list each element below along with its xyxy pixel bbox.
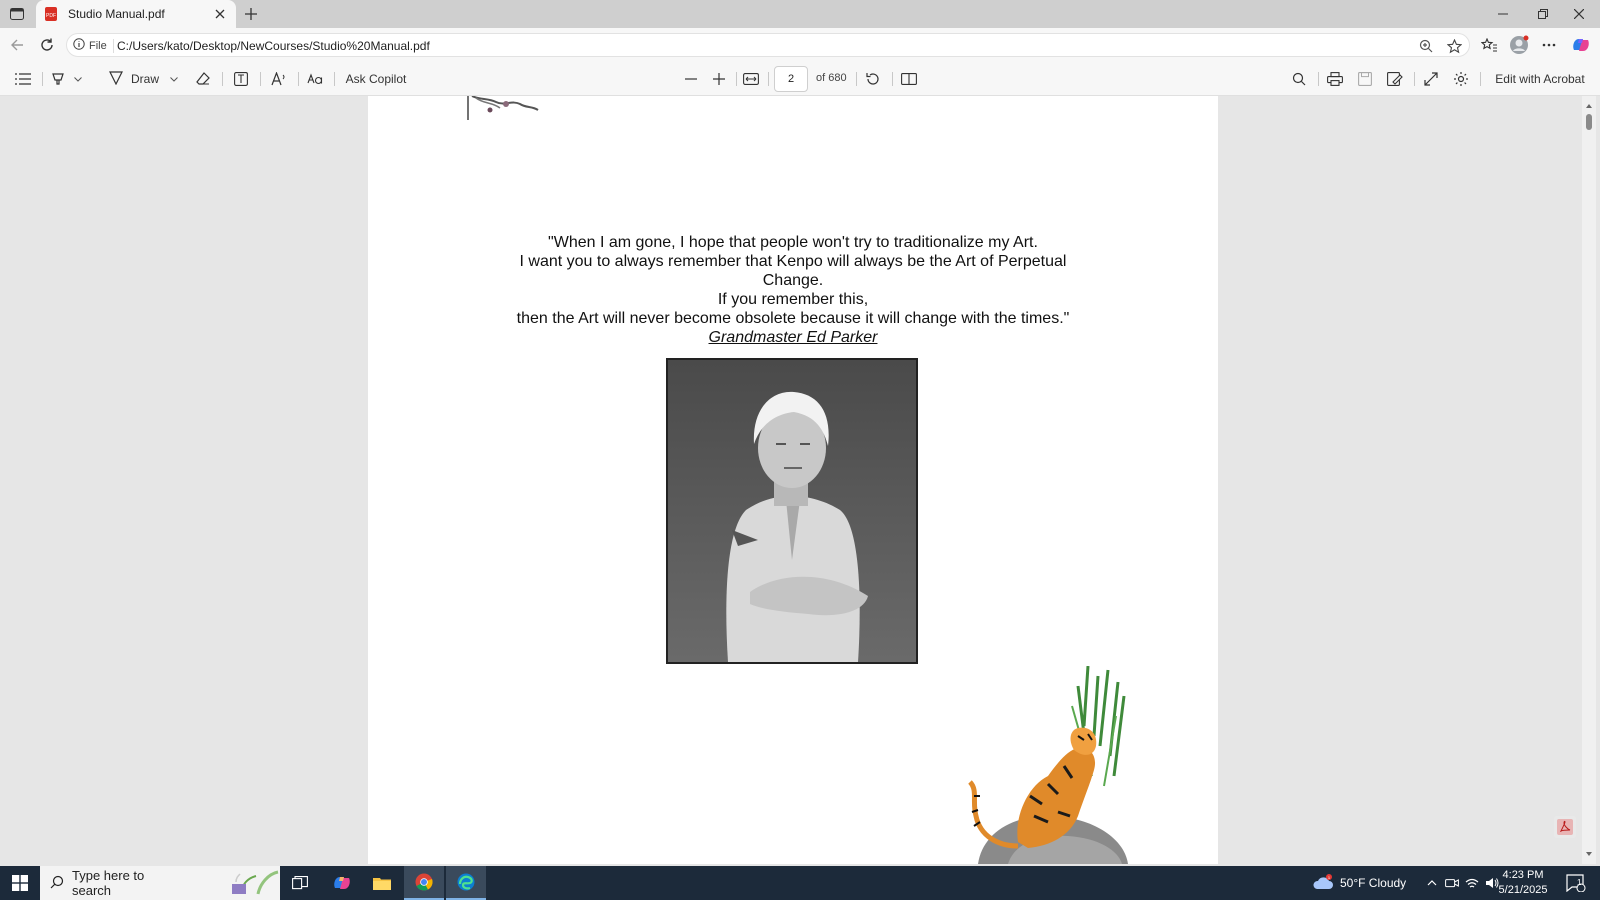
toolbar-divider — [42, 72, 43, 86]
quote-block: "When I am gone, I hope that people won'… — [368, 233, 1218, 347]
new-tab-button[interactable] — [240, 4, 262, 24]
page-number-input[interactable]: 2 — [774, 66, 808, 92]
meet-now-icon[interactable] — [1444, 866, 1460, 900]
document-viewport[interactable]: "When I am gone, I hope that people won'… — [4, 96, 1580, 864]
text-box-icon[interactable] — [230, 68, 252, 90]
tab-bar: PDF Studio Manual.pdf — [0, 0, 1600, 28]
toolbar-divider — [768, 72, 769, 86]
scheme-label: File — [89, 39, 107, 52]
search-icon — [50, 875, 64, 892]
clock-date: 5/21/2025 — [1498, 884, 1548, 896]
refresh-button[interactable] — [36, 34, 58, 56]
weather-text: 50°F Cloudy — [1340, 876, 1407, 890]
site-info-button[interactable]: File — [73, 38, 107, 53]
search-placeholder: Type here to search — [72, 868, 145, 898]
zoom-icon[interactable] — [1417, 37, 1435, 55]
taskbar-search-box[interactable]: Type here to search — [40, 866, 280, 900]
svg-text:PDF: PDF — [46, 13, 56, 19]
toolbar-divider — [1318, 72, 1319, 86]
top-illustration — [466, 96, 540, 120]
quote-author: Grandmaster Ed Parker — [708, 329, 878, 346]
page-total-label: of 680 — [816, 72, 847, 84]
pdf-page: "When I am gone, I hope that people won'… — [368, 96, 1218, 864]
toolbar-divider — [856, 72, 857, 86]
toolbar-divider — [334, 72, 335, 86]
weather-widget[interactable]: 1 50°F Cloudy — [1312, 866, 1406, 900]
quote-line: If you remember this, — [717, 291, 869, 308]
close-window-button[interactable] — [1556, 0, 1600, 28]
read-aloud-icon[interactable] — [268, 68, 290, 90]
back-button[interactable] — [6, 34, 28, 56]
draw-button[interactable]: Draw — [104, 68, 164, 90]
clock[interactable]: 4:23 PM 5/21/2025 — [1492, 868, 1554, 898]
omnibox-divider — [113, 39, 114, 53]
highlight-icon[interactable] — [48, 68, 68, 90]
show-hidden-icons-chevron-icon[interactable] — [1424, 866, 1440, 900]
draw-label: Draw — [130, 72, 159, 86]
toolbar-divider — [260, 72, 261, 86]
draw-pen-icon — [109, 70, 123, 88]
save-icon[interactable] — [1354, 68, 1376, 90]
toolbar-divider — [736, 72, 737, 86]
toolbar-divider — [298, 72, 299, 86]
quote-line: then the Art will never become obsolete … — [516, 310, 1070, 327]
info-icon — [73, 38, 85, 53]
eraser-icon[interactable] — [192, 68, 214, 90]
settings-gear-icon[interactable] — [1450, 68, 1472, 90]
quote-line: "When I am gone, I hope that people won'… — [548, 234, 1038, 251]
file-explorer-icon[interactable] — [362, 866, 402, 900]
close-tab-icon[interactable] — [212, 6, 228, 22]
tiger-illustration — [918, 666, 1128, 864]
vertical-scrollbar[interactable] — [1582, 96, 1596, 864]
weather-cloud-icon: 1 — [1312, 873, 1334, 893]
portrait-photo — [666, 358, 918, 664]
address-bar: File C:/Users/kato/Desktop/NewCourses/St… — [0, 28, 1600, 62]
tab-studio-manual[interactable]: PDF Studio Manual.pdf — [36, 0, 236, 28]
url-field[interactable]: File C:/Users/kato/Desktop/NewCourses/St… — [66, 33, 1470, 57]
profile-avatar[interactable] — [1508, 34, 1530, 56]
search-highlight-icon — [228, 868, 280, 899]
toolbar-divider — [1414, 72, 1415, 86]
taskbar: Type here to search 1 50°F Cloudy 4:23 P… — [0, 866, 1600, 900]
zoom-in-icon[interactable] — [708, 68, 730, 90]
notifications-button[interactable]: 1 — [1562, 866, 1590, 900]
pdf-file-icon: PDF — [44, 7, 58, 21]
favorites-icon[interactable] — [1478, 34, 1500, 56]
contents-icon[interactable] — [12, 68, 34, 90]
toolbar-divider — [222, 72, 223, 86]
highlight-dropdown-chevron-icon[interactable] — [70, 68, 86, 90]
pdf-toolbar: Draw Ask Copilot 2 of 680 Edit with Acro… — [0, 62, 1600, 96]
clock-time: 4:23 PM — [1502, 869, 1544, 881]
copilot-icon[interactable] — [1570, 34, 1592, 56]
network-icon[interactable] — [1464, 866, 1480, 900]
zoom-out-icon[interactable] — [680, 68, 702, 90]
rotate-icon[interactable] — [862, 68, 884, 90]
url-text[interactable]: C:/Users/kato/Desktop/NewCourses/Studio%… — [117, 39, 430, 53]
edge-icon[interactable] — [446, 866, 486, 900]
more-options-icon[interactable] — [1538, 34, 1560, 56]
notification-count: 1 — [1577, 878, 1582, 887]
translate-icon[interactable] — [304, 68, 326, 90]
tab-title: Studio Manual.pdf — [68, 7, 165, 21]
start-button[interactable] — [0, 866, 40, 900]
toolbar-divider — [1480, 72, 1481, 86]
draw-dropdown-chevron-icon[interactable] — [166, 68, 182, 90]
copilot-app-icon[interactable] — [322, 866, 362, 900]
tab-actions-icon[interactable] — [6, 4, 28, 24]
find-icon[interactable] — [1288, 68, 1310, 90]
acrobat-icon[interactable] — [1554, 816, 1576, 838]
save-as-icon[interactable] — [1384, 68, 1406, 90]
quote-line: Change. — [762, 272, 824, 289]
fit-page-icon[interactable] — [740, 68, 762, 90]
toolbar-divider — [892, 72, 893, 86]
ask-copilot-button[interactable]: Ask Copilot — [340, 68, 412, 90]
fullscreen-icon[interactable] — [1420, 68, 1442, 90]
favorite-star-icon[interactable] — [1445, 37, 1463, 55]
chrome-icon[interactable] — [404, 866, 444, 900]
task-view-icon[interactable] — [280, 866, 320, 900]
quote-line: I want you to always remember that Kenpo… — [519, 253, 1067, 270]
print-icon[interactable] — [1324, 68, 1346, 90]
edit-with-acrobat-button[interactable]: Edit with Acrobat — [1490, 68, 1590, 90]
page-view-icon[interactable] — [898, 68, 920, 90]
